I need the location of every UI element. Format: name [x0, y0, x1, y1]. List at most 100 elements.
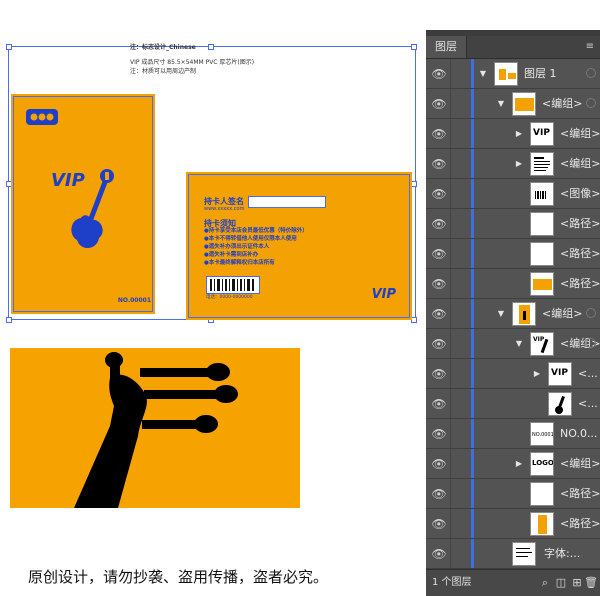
target-circle-icon[interactable] [586, 98, 596, 108]
layer-row[interactable]: 👁 <路径> [426, 239, 600, 269]
lock-toggle[interactable] [450, 509, 472, 538]
lock-toggle[interactable] [450, 59, 472, 88]
visibility-eye-icon[interactable]: 👁 [430, 544, 448, 564]
layer-row[interactable]: 👁 NO.0001 NO.0... [426, 419, 600, 449]
lock-toggle[interactable] [450, 449, 472, 478]
lock-toggle[interactable] [450, 359, 472, 388]
delete-layer-icon[interactable]: 🗑 [584, 576, 598, 590]
resize-handle[interactable] [208, 44, 214, 50]
lock-toggle[interactable] [450, 329, 472, 358]
lock-toggle[interactable] [450, 479, 472, 508]
expand-arrow-icon[interactable]: ▶ [532, 368, 542, 380]
lock-toggle[interactable] [450, 419, 472, 448]
visibility-eye-icon[interactable]: 👁 [430, 364, 448, 384]
new-sublayer-icon[interactable]: ⊞ [570, 576, 584, 590]
layer-name: <路径> [560, 487, 600, 500]
layer-thumbnail [512, 302, 536, 326]
visibility-eye-icon[interactable]: 👁 [430, 484, 448, 504]
layer-row[interactable]: 👁 字体:... [426, 539, 600, 569]
layer-row[interactable]: 👁 ▶ LOGO <编组> [426, 449, 600, 479]
layer-row[interactable]: 👁 <路径> [426, 269, 600, 299]
visibility-eye-icon[interactable]: 👁 [430, 424, 448, 444]
layer-row[interactable]: 👁 <路径> [426, 209, 600, 239]
lock-toggle[interactable] [450, 149, 472, 178]
visibility-eye-icon[interactable]: 👁 [430, 94, 448, 114]
lock-toggle[interactable] [450, 269, 472, 298]
layer-color-bar [471, 479, 474, 508]
visibility-eye-icon[interactable]: 👁 [430, 244, 448, 264]
tab-layers[interactable]: 图层 [426, 36, 467, 58]
panel-menu-icon[interactable]: ≡ [586, 41, 594, 52]
lock-toggle[interactable] [450, 89, 472, 118]
visibility-eye-icon[interactable]: 👁 [430, 214, 448, 234]
card-front[interactable]: VIP NO.00001 [11, 94, 155, 314]
layer-thumbnail [512, 542, 536, 566]
layer-name: <路径> [560, 247, 600, 260]
collapse-arrow-icon[interactable]: ▼ [514, 338, 524, 350]
expand-arrow-icon[interactable]: ▶ [514, 128, 524, 140]
visibility-eye-icon[interactable]: 👁 [430, 304, 448, 324]
layer-color-bar [471, 419, 474, 448]
make-clipping-mask-icon[interactable]: ◫ [554, 576, 568, 590]
visibility-eye-icon[interactable]: 👁 [430, 154, 448, 174]
layer-row[interactable]: 👁 ▶ <编组> [426, 149, 600, 179]
layer-row[interactable]: 👁 <路径> [426, 509, 600, 539]
layer-row[interactable]: 👁 ▶ VIP <编组> [426, 119, 600, 149]
collapse-arrow-icon[interactable]: ▼ [496, 98, 506, 110]
layer-row[interactable]: 👁 <图像> [426, 179, 600, 209]
layer-thumbnail: VIP [548, 362, 572, 386]
resize-handle[interactable] [411, 44, 417, 50]
layer-name: <路径> [560, 217, 600, 230]
layer-name: <编组> [560, 157, 600, 170]
layer-row[interactable]: 👁 <... [426, 389, 600, 419]
lock-toggle[interactable] [450, 209, 472, 238]
layer-name: 图层 1 [524, 67, 557, 80]
lock-toggle[interactable] [450, 389, 472, 418]
rule-line: ●本卡不得转借他人使用仅限本人使用 [204, 236, 297, 242]
lock-toggle[interactable] [450, 239, 472, 268]
layer-thumbnail [512, 92, 536, 116]
layer-thumbnail [548, 392, 572, 416]
layer-name: <编组> [560, 127, 600, 140]
expand-arrow-icon[interactable]: ▶ [514, 158, 524, 170]
visibility-eye-icon[interactable]: 👁 [430, 394, 448, 414]
visibility-eye-icon[interactable]: 👁 [430, 274, 448, 294]
lock-toggle[interactable] [450, 539, 472, 568]
visibility-eye-icon[interactable]: 👁 [430, 64, 448, 84]
layer-color-bar [471, 449, 474, 478]
barcode-text: 电话：0000-0000000 [206, 295, 253, 300]
lock-toggle[interactable] [450, 179, 472, 208]
collapse-arrow-icon[interactable]: ▼ [496, 308, 506, 320]
layer-color-bar [471, 209, 474, 238]
visibility-eye-icon[interactable]: 👁 [430, 184, 448, 204]
rule-line: ●持卡享受本店会员最低优惠（特价除外） [204, 228, 308, 234]
target-circle-icon[interactable] [586, 338, 596, 348]
layer-color-bar [471, 239, 474, 268]
spec-note: VIP 成品尺寸 85.5×54MM PVC 厚芯片(图示) [130, 59, 255, 66]
locate-object-icon[interactable]: ⌕ [538, 576, 552, 590]
layer-row[interactable]: 👁 <路径> [426, 479, 600, 509]
layer-name: <编组> [560, 457, 600, 470]
resize-handle[interactable] [6, 44, 12, 50]
visibility-eye-icon[interactable]: 👁 [430, 334, 448, 354]
expand-arrow-icon[interactable]: ▶ [514, 458, 524, 470]
target-circle-icon[interactable] [586, 68, 596, 78]
visibility-eye-icon[interactable]: 👁 [430, 454, 448, 474]
lock-toggle[interactable] [450, 119, 472, 148]
layer-row[interactable]: 👁 ▶ VIP <... [426, 359, 600, 389]
layer-thumbnail [530, 512, 554, 536]
target-circle-icon[interactable] [586, 308, 596, 318]
resize-handle[interactable] [6, 317, 12, 323]
visibility-eye-icon[interactable]: 👁 [430, 514, 448, 534]
collapse-arrow-icon[interactable]: ▼ [478, 68, 488, 80]
panel-tab-bar: 图层 ≡ [426, 36, 600, 59]
layer-row[interactable]: 👁 ▼ 图层 1 [426, 59, 600, 89]
layers-panel: 图层 ≡ 👁 ▼ 图层 1 👁 ▼ <编组> 👁 ▶ VIP <编组> 👁 ▶ … [426, 30, 600, 596]
card-back[interactable]: 持卡人签名 www.xxxxx.com 持卡须知 ●持卡享受本店会员最低优惠（特… [186, 172, 412, 320]
layer-row[interactable]: 👁 ▼ <编组> [426, 299, 600, 329]
layer-row[interactable]: 👁 ▼ VIP <编组> [426, 329, 600, 359]
visibility-eye-icon[interactable]: 👁 [430, 124, 448, 144]
layer-row[interactable]: 👁 ▼ <编组> [426, 89, 600, 119]
layer-color-bar [471, 299, 474, 328]
lock-toggle[interactable] [450, 299, 472, 328]
